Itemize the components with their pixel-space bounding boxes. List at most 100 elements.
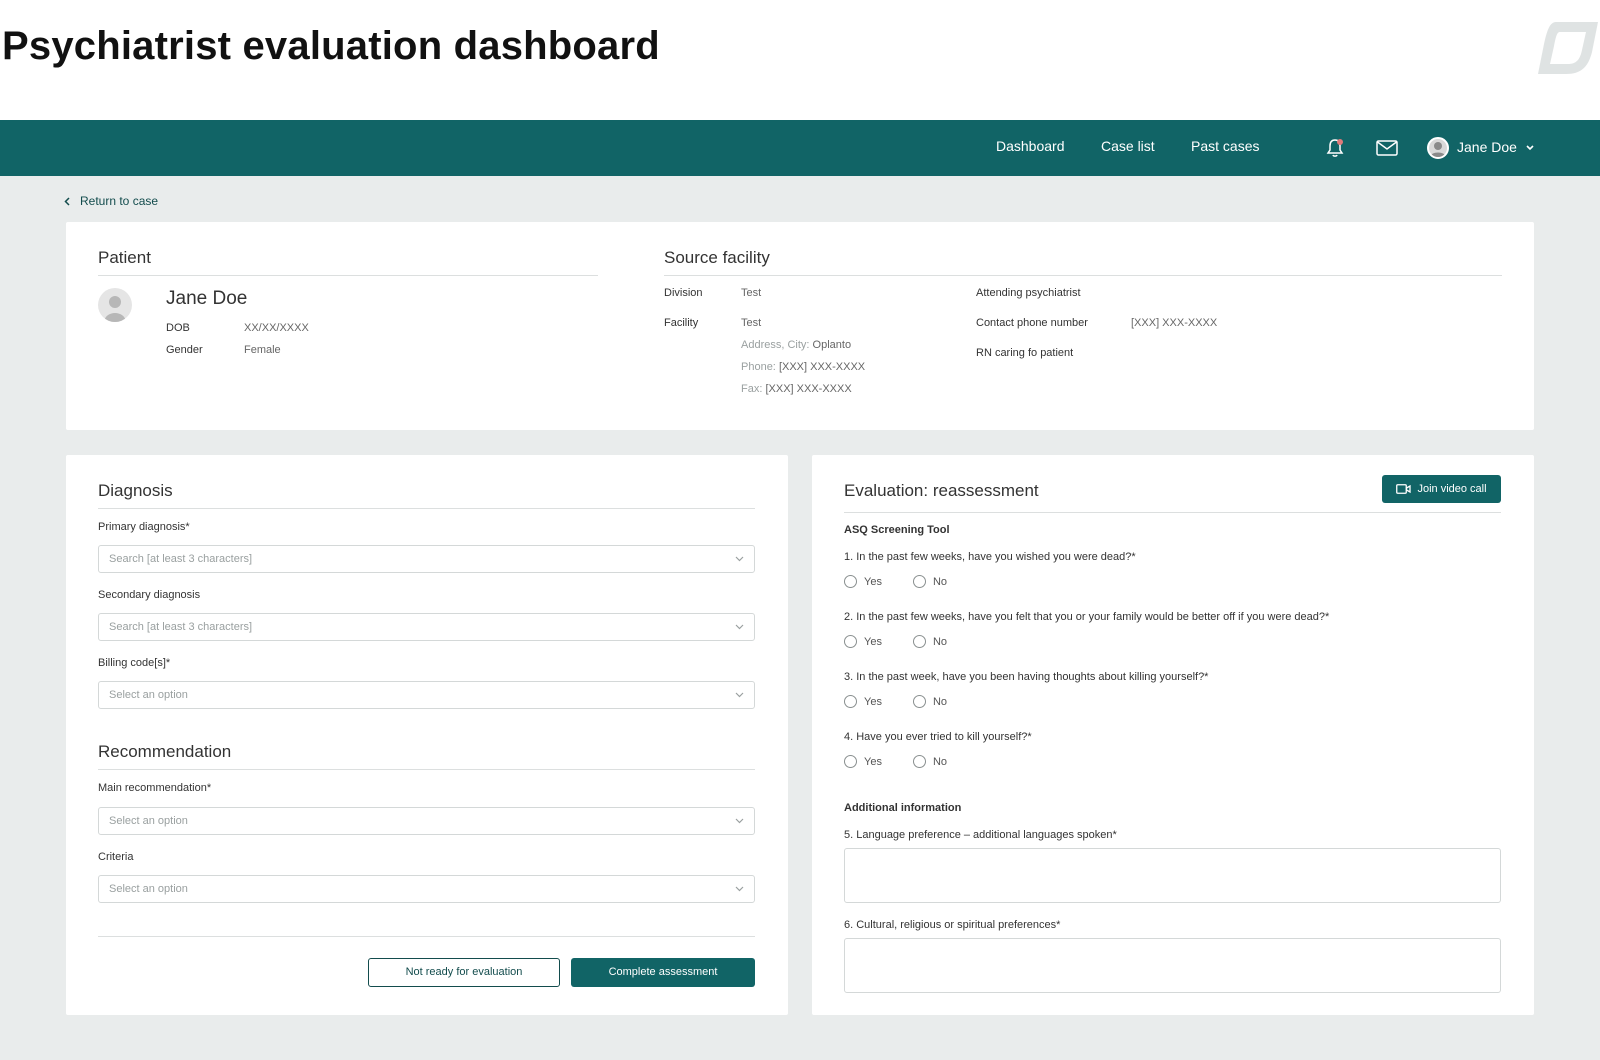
evaluation-title: Evaluation: reassessment — [844, 481, 1039, 500]
facility-phone: Phone: [XXX] XXX-XXXX — [741, 361, 865, 373]
q1-no-option[interactable]: No — [912, 575, 948, 588]
patient-card: Patient Jane Doe DOB XX/XX/XXXX Gender F… — [66, 222, 1534, 430]
q1-yes-option[interactable]: Yes — [844, 575, 882, 588]
radio-button[interactable] — [844, 575, 857, 588]
radio-button[interactable] — [912, 575, 926, 588]
primary-diagnosis-select[interactable]: Search [at least 3 characters] — [98, 545, 755, 573]
secondary-diagnosis-placeholder: Search [at least 3 characters] — [109, 621, 253, 633]
criteria-placeholder: Select an option — [109, 883, 188, 895]
question-1: 1. In the past few weeks, have you wishe… — [844, 551, 1136, 563]
user-avatar[interactable] — [1427, 137, 1449, 159]
address-value: Oplanto — [812, 339, 852, 351]
criteria-label: Criteria — [98, 851, 134, 863]
diagnosis-title: Diagnosis — [98, 481, 173, 500]
nav-case-list[interactable]: Case list — [1101, 138, 1155, 154]
language-preference-textarea[interactable] — [844, 848, 1501, 903]
radio-button[interactable] — [844, 695, 857, 708]
billing-codes-select[interactable]: Select an option — [98, 681, 755, 709]
additional-info-label: Additional information — [844, 802, 962, 814]
fax-value: [XXX] XXX-XXXX — [765, 383, 852, 395]
facility-fax: Fax: [XXX] XXX-XXXX — [741, 383, 852, 395]
facility-address: Address, City: Oplanto — [741, 339, 851, 351]
chevron-down-icon[interactable] — [1525, 143, 1535, 153]
chevron-left-icon — [64, 196, 70, 206]
attending-psychiatrist-label: Attending psychiatrist — [976, 287, 1081, 299]
address-label: Address, City: — [741, 339, 810, 351]
diagnosis-card: Diagnosis Primary diagnosis* Search [at … — [66, 455, 788, 1015]
no-label: No — [932, 635, 948, 648]
q4-no-option[interactable]: No — [912, 755, 947, 768]
user-name[interactable]: Jane Doe — [1457, 139, 1517, 155]
rn-caring-label: RN caring fo patient — [976, 347, 1074, 359]
complete-assessment-button[interactable]: Complete assessment — [571, 958, 755, 987]
nav-dashboard[interactable]: Dashboard — [996, 138, 1065, 154]
radio-button[interactable] — [912, 635, 926, 648]
question-2-options: Yes No — [844, 635, 978, 648]
divider — [664, 275, 1502, 276]
chevron-down-icon — [735, 818, 744, 824]
patient-name: Jane Doe — [166, 288, 248, 309]
question-6: 6. Cultural, religious or spiritual pref… — [844, 919, 1061, 931]
nav-past-cases[interactable]: Past cases — [1191, 138, 1259, 154]
facility-label: Facility — [664, 317, 699, 329]
q3-no-option[interactable]: No — [912, 695, 948, 708]
billing-codes-label: Billing code[s]* — [98, 657, 171, 669]
gender-label: Gender — [166, 344, 203, 356]
question-1-options: Yes No — [844, 575, 978, 588]
bell-icon[interactable] — [1325, 138, 1345, 158]
return-label[interactable]: Return to case — [80, 194, 158, 208]
no-label: No — [932, 695, 948, 708]
criteria-select[interactable]: Select an option — [98, 875, 755, 903]
yes-label: Yes — [864, 695, 882, 708]
person-icon — [104, 296, 126, 322]
chevron-down-icon — [735, 692, 744, 698]
brand-logo-icon — [1538, 22, 1598, 74]
return-to-case-link[interactable]: Return to case — [64, 194, 158, 208]
yes-label: Yes — [864, 575, 882, 588]
secondary-diagnosis-label: Secondary diagnosis — [98, 589, 201, 601]
question-4-options: Yes No — [844, 755, 978, 768]
primary-diagnosis-label: Primary diagnosis* — [98, 521, 190, 533]
chevron-down-icon — [735, 886, 744, 892]
divider — [98, 769, 755, 770]
radio-button[interactable] — [912, 695, 926, 708]
question-2: 2. In the past few weeks, have you felt … — [844, 611, 1330, 623]
patient-avatar — [98, 288, 132, 322]
phone-label: Phone: — [741, 361, 776, 373]
primary-diagnosis-placeholder: Search [at least 3 characters] — [109, 553, 253, 565]
chevron-down-icon — [735, 556, 744, 562]
radio-button[interactable] — [844, 635, 857, 648]
divider — [844, 512, 1501, 513]
question-3: 3. In the past week, have you been havin… — [844, 671, 1209, 683]
join-video-call-label[interactable]: Join video call — [1417, 483, 1486, 495]
fax-label: Fax: — [741, 383, 763, 395]
gender-value: Female — [244, 344, 281, 356]
q4-yes-option[interactable]: Yes — [844, 755, 882, 768]
phone-value: [XXX] XXX-XXXX — [778, 361, 866, 373]
evaluation-card: Evaluation: reassessment Join video call… — [812, 455, 1534, 1015]
user-avatar-icon — [1430, 142, 1446, 157]
secondary-diagnosis-select[interactable]: Search [at least 3 characters] — [98, 613, 755, 641]
q2-yes-option[interactable]: Yes — [844, 635, 882, 648]
radio-button[interactable] — [912, 755, 926, 768]
q2-no-option[interactable]: No — [912, 635, 948, 648]
chevron-down-icon — [735, 624, 744, 630]
mail-icon[interactable] — [1376, 140, 1398, 156]
dob-label: DOB — [166, 322, 190, 334]
main-recommendation-select[interactable]: Select an option — [98, 807, 755, 835]
q3-yes-option[interactable]: Yes — [844, 695, 882, 708]
video-camera-icon — [1396, 484, 1412, 494]
not-ready-button[interactable]: Not ready for evaluation — [368, 958, 560, 987]
no-label: No — [932, 575, 948, 588]
contact-phone-label: Contact phone number — [976, 317, 1088, 329]
radio-button[interactable] — [844, 755, 857, 768]
cultural-preferences-textarea[interactable] — [844, 938, 1501, 993]
join-video-call-button[interactable]: Join video call — [1382, 475, 1501, 503]
billing-codes-placeholder: Select an option — [109, 689, 188, 701]
divider — [98, 936, 755, 937]
main-recommendation-placeholder: Select an option — [109, 815, 188, 827]
question-3-options: Yes No — [844, 695, 978, 708]
question-5: 5. Language preference – additional lang… — [844, 829, 1117, 841]
yes-label: Yes — [864, 755, 882, 768]
patient-section-title: Patient — [98, 248, 151, 267]
